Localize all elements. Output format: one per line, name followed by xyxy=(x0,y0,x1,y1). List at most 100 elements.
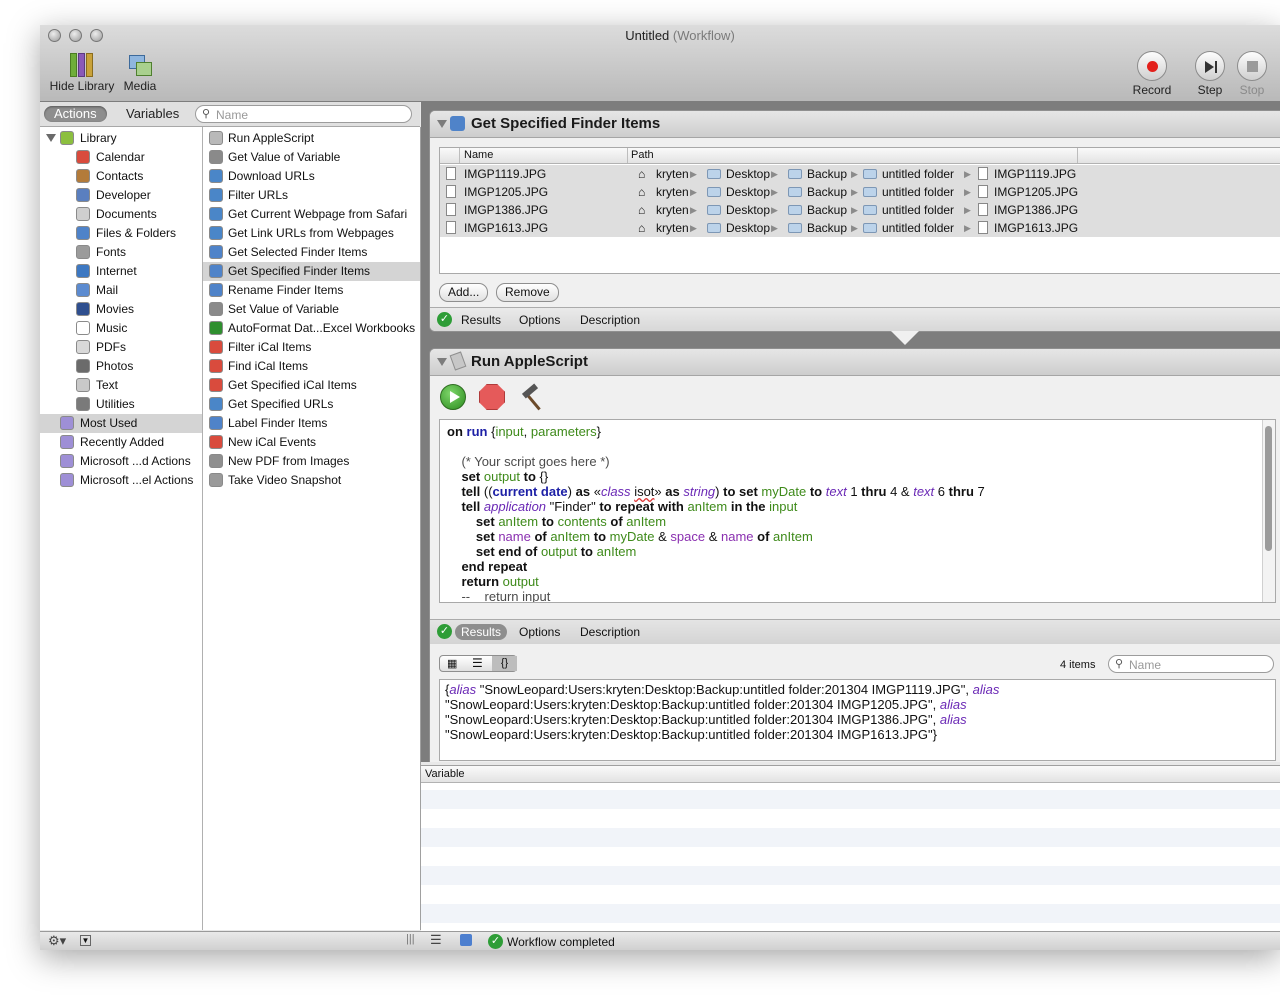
disclosure-triangle-icon[interactable] xyxy=(437,358,447,366)
tab-actions[interactable]: Actions xyxy=(44,106,107,122)
log-list-icon[interactable]: ☰ xyxy=(430,932,442,948)
library-item[interactable]: Files & Folders xyxy=(40,224,202,243)
library-item[interactable]: Contacts xyxy=(40,167,202,186)
step-icon xyxy=(1205,61,1214,73)
tab-variables[interactable]: Variables xyxy=(116,106,189,122)
library-item[interactable]: PDFs xyxy=(40,338,202,357)
action-item[interactable]: Get Selected Finder Items xyxy=(203,243,420,262)
stop-script-button[interactable] xyxy=(479,384,505,410)
calendar-icon xyxy=(76,150,90,164)
stop-button[interactable]: Stop xyxy=(1230,51,1274,97)
table-row[interactable]: IMGP1119.JPG ⌂ kryten ▶ Desktop ▶ Backup ▶ untit… xyxy=(440,165,1280,183)
action-item-label: Get Value of Variable xyxy=(228,150,341,164)
table-row[interactable]: IMGP1205.JPG ⌂ kryten ▶ Desktop ▶ Backup ▶ untit… xyxy=(440,183,1280,201)
library-item[interactable]: Calendar xyxy=(40,148,202,167)
tab-results[interactable]: Results xyxy=(455,624,508,640)
library-item[interactable]: Most Used xyxy=(40,414,202,433)
compile-hammer-icon[interactable] xyxy=(518,383,546,412)
action-item[interactable]: Get Specified Finder Items xyxy=(203,262,420,281)
disclosure-triangle-icon[interactable] xyxy=(46,134,56,142)
library-item[interactable]: Microsoft ...d Actions xyxy=(40,452,202,471)
tab-description[interactable]: Description xyxy=(580,312,640,328)
editor-scrollbar[interactable] xyxy=(1262,420,1275,602)
action-item[interactable]: Get Specified iCal Items xyxy=(203,376,420,395)
action-item[interactable]: Rename Finder Items xyxy=(203,281,420,300)
play-icon xyxy=(450,391,460,403)
library-item[interactable]: Text xyxy=(40,376,202,395)
media-button[interactable]: Media xyxy=(120,53,160,93)
results-view-switcher[interactable]: ▦ ☰ {} xyxy=(439,655,517,672)
safari-icon xyxy=(209,207,223,221)
library-item[interactable]: Music xyxy=(40,319,202,338)
library-item-label: Microsoft ...el Actions xyxy=(80,473,194,487)
run-script-button[interactable] xyxy=(440,384,466,410)
hide-library-button[interactable]: Hide Library xyxy=(48,53,116,93)
variables-header[interactable]: Variable xyxy=(421,766,1280,783)
action-item[interactable]: Label Finder Items xyxy=(203,414,420,433)
table-row[interactable]: IMGP1613.JPG ⌂ kryten ▶ Desktop ▶ Backup ▶ untit… xyxy=(440,219,1280,237)
disclosure-triangle-icon[interactable] xyxy=(437,120,447,128)
path-folder: untitled folder xyxy=(863,219,954,237)
library-item[interactable]: Fonts xyxy=(40,243,202,262)
title-bar: Untitled (Workflow) Hide Library Media R… xyxy=(40,25,1280,102)
library-item[interactable]: Mail xyxy=(40,281,202,300)
remove-button[interactable]: Remove xyxy=(496,283,559,302)
action-item[interactable]: Get Link URLs from Webpages xyxy=(203,224,420,243)
media-icon xyxy=(127,53,153,77)
action-item[interactable]: AutoFormat Dat...Excel Workbooks xyxy=(203,319,420,338)
tab-results[interactable]: Results xyxy=(461,312,501,328)
contacts-icon xyxy=(76,169,90,183)
path-arrow-icon: ▶ xyxy=(964,223,971,233)
record-button[interactable]: Record xyxy=(1130,51,1174,97)
library-item[interactable]: Internet xyxy=(40,262,202,281)
action-item[interactable]: Get Current Webpage from Safari xyxy=(203,205,420,224)
library-item[interactable]: Photos xyxy=(40,357,202,376)
action-item-label: Get Current Webpage from Safari xyxy=(228,207,408,221)
tab-options[interactable]: Options xyxy=(519,312,560,328)
action-item[interactable]: Get Value of Variable xyxy=(203,148,420,167)
library-item[interactable]: Microsoft ...el Actions xyxy=(40,471,202,490)
tab-options[interactable]: Options xyxy=(519,624,560,640)
action-item[interactable]: Set Value of Variable xyxy=(203,300,420,319)
action-item[interactable]: Download URLs xyxy=(203,167,420,186)
folder-icon xyxy=(707,169,721,179)
table-row[interactable]: IMGP1386.JPG ⌂ kryten ▶ Desktop ▶ Backup ▶ untit… xyxy=(440,201,1280,219)
resize-handle-icon[interactable]: ||| xyxy=(406,933,415,945)
finder-items-table: Name Path IMGP1119.JPG ⌂ kryten ▶ Desktop ▶ Ba… xyxy=(439,147,1280,274)
column-name[interactable]: Name xyxy=(464,148,493,163)
action-item[interactable]: Find iCal Items xyxy=(203,357,420,376)
add-button[interactable]: Add... xyxy=(439,283,489,302)
column-path[interactable]: Path xyxy=(627,148,1078,163)
library-item[interactable]: Developer xyxy=(40,186,202,205)
library-item[interactable]: Recently Added xyxy=(40,433,202,452)
path-arrow-icon: ▶ xyxy=(964,169,971,179)
results-search-input[interactable]: ⚲ Name xyxy=(1108,655,1274,673)
action-item[interactable]: New PDF from Images xyxy=(203,452,420,471)
list-view-icon[interactable]: ☰ xyxy=(472,656,483,670)
description-toggle-icon[interactable]: ▼ xyxy=(80,935,91,946)
action-item[interactable]: Get Specified URLs xyxy=(203,395,420,414)
action-item[interactable]: Take Video Snapshot xyxy=(203,471,420,490)
gear-icon[interactable]: ⚙▾ xyxy=(48,933,66,949)
action-item[interactable]: Filter iCal Items xyxy=(203,338,420,357)
text-view-icon[interactable]: {} xyxy=(492,656,517,671)
action-item[interactable]: New iCal Events xyxy=(203,433,420,452)
action-item[interactable]: Filter URLs xyxy=(203,186,420,205)
action-header[interactable]: Run AppleScript xyxy=(430,349,1280,376)
path-folder: Desktop xyxy=(707,165,770,183)
library-search-input[interactable]: ⚲ Name xyxy=(195,105,412,123)
icon-view-icon[interactable]: ▦ xyxy=(447,657,457,670)
library-item[interactable]: Utilities xyxy=(40,395,202,414)
action-item-label: Find iCal Items xyxy=(228,359,309,373)
tab-description[interactable]: Description xyxy=(580,624,640,640)
library-item[interactable]: Documents xyxy=(40,205,202,224)
action-header[interactable]: Get Specified Finder Items xyxy=(430,111,1280,138)
bottom-bar: ⚙▾ ▼ ||| ☰ ✓ Workflow completed xyxy=(40,931,1280,950)
step-button[interactable]: Step xyxy=(1188,51,1232,97)
library-item[interactable]: Library xyxy=(40,129,202,148)
script-editor[interactable]: on run {input, parameters} (* Your scrip… xyxy=(439,419,1276,603)
action-item[interactable]: Run AppleScript xyxy=(203,129,420,148)
library-item[interactable]: Movies xyxy=(40,300,202,319)
variables-toggle-icon[interactable] xyxy=(460,934,472,946)
file-icon xyxy=(446,167,456,180)
